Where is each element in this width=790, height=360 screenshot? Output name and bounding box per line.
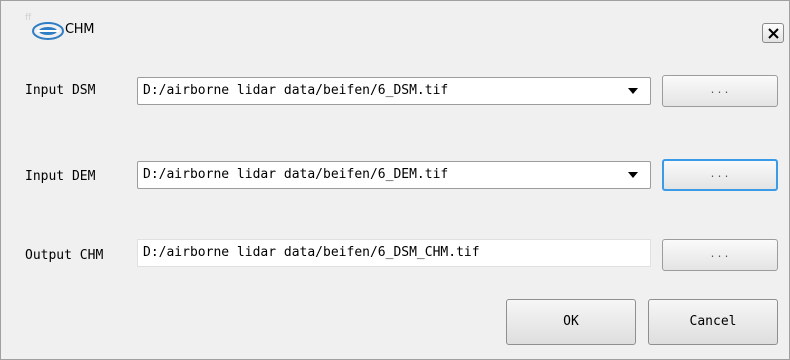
input-dem-label: Input DEM [25, 169, 96, 184]
output-chm-field[interactable]: D:/airborne lidar data/beifen/6_DSM_CHM.… [137, 239, 651, 267]
close-icon [768, 28, 779, 39]
ok-button[interactable]: OK [506, 299, 636, 345]
input-dem-value: D:/airborne lidar data/beifen/6_DEM.tif [143, 167, 449, 182]
lidar-logo-icon [31, 21, 65, 41]
close-button[interactable] [762, 23, 784, 43]
input-dsm-value: D:/airborne lidar data/beifen/6_DSM.tif [143, 83, 449, 98]
output-chm-value: D:/airborne lidar data/beifen/6_DSM_CHM.… [143, 245, 480, 260]
input-dsm-label: Input DSM [25, 83, 96, 98]
dropdown-arrow-icon[interactable] [628, 172, 638, 178]
dropdown-arrow-icon[interactable] [628, 88, 638, 94]
input-dem-combobox[interactable]: D:/airborne lidar data/beifen/6_DEM.tif [137, 161, 651, 189]
window-title: CHM [65, 22, 95, 37]
cancel-button[interactable]: Cancel [648, 299, 778, 345]
title-bar: ff CHM [1, 1, 789, 43]
browse-dsm-button[interactable]: ... [662, 75, 778, 107]
output-chm-label: Output CHM [25, 248, 104, 263]
input-dsm-combobox[interactable]: D:/airborne lidar data/beifen/6_DSM.tif [137, 77, 651, 105]
browse-dem-button[interactable]: ... [662, 159, 778, 191]
browse-chm-button[interactable]: ... [662, 239, 778, 271]
chm-dialog: ff CHM Input DSM D:/airborne lidar data/… [0, 0, 790, 360]
